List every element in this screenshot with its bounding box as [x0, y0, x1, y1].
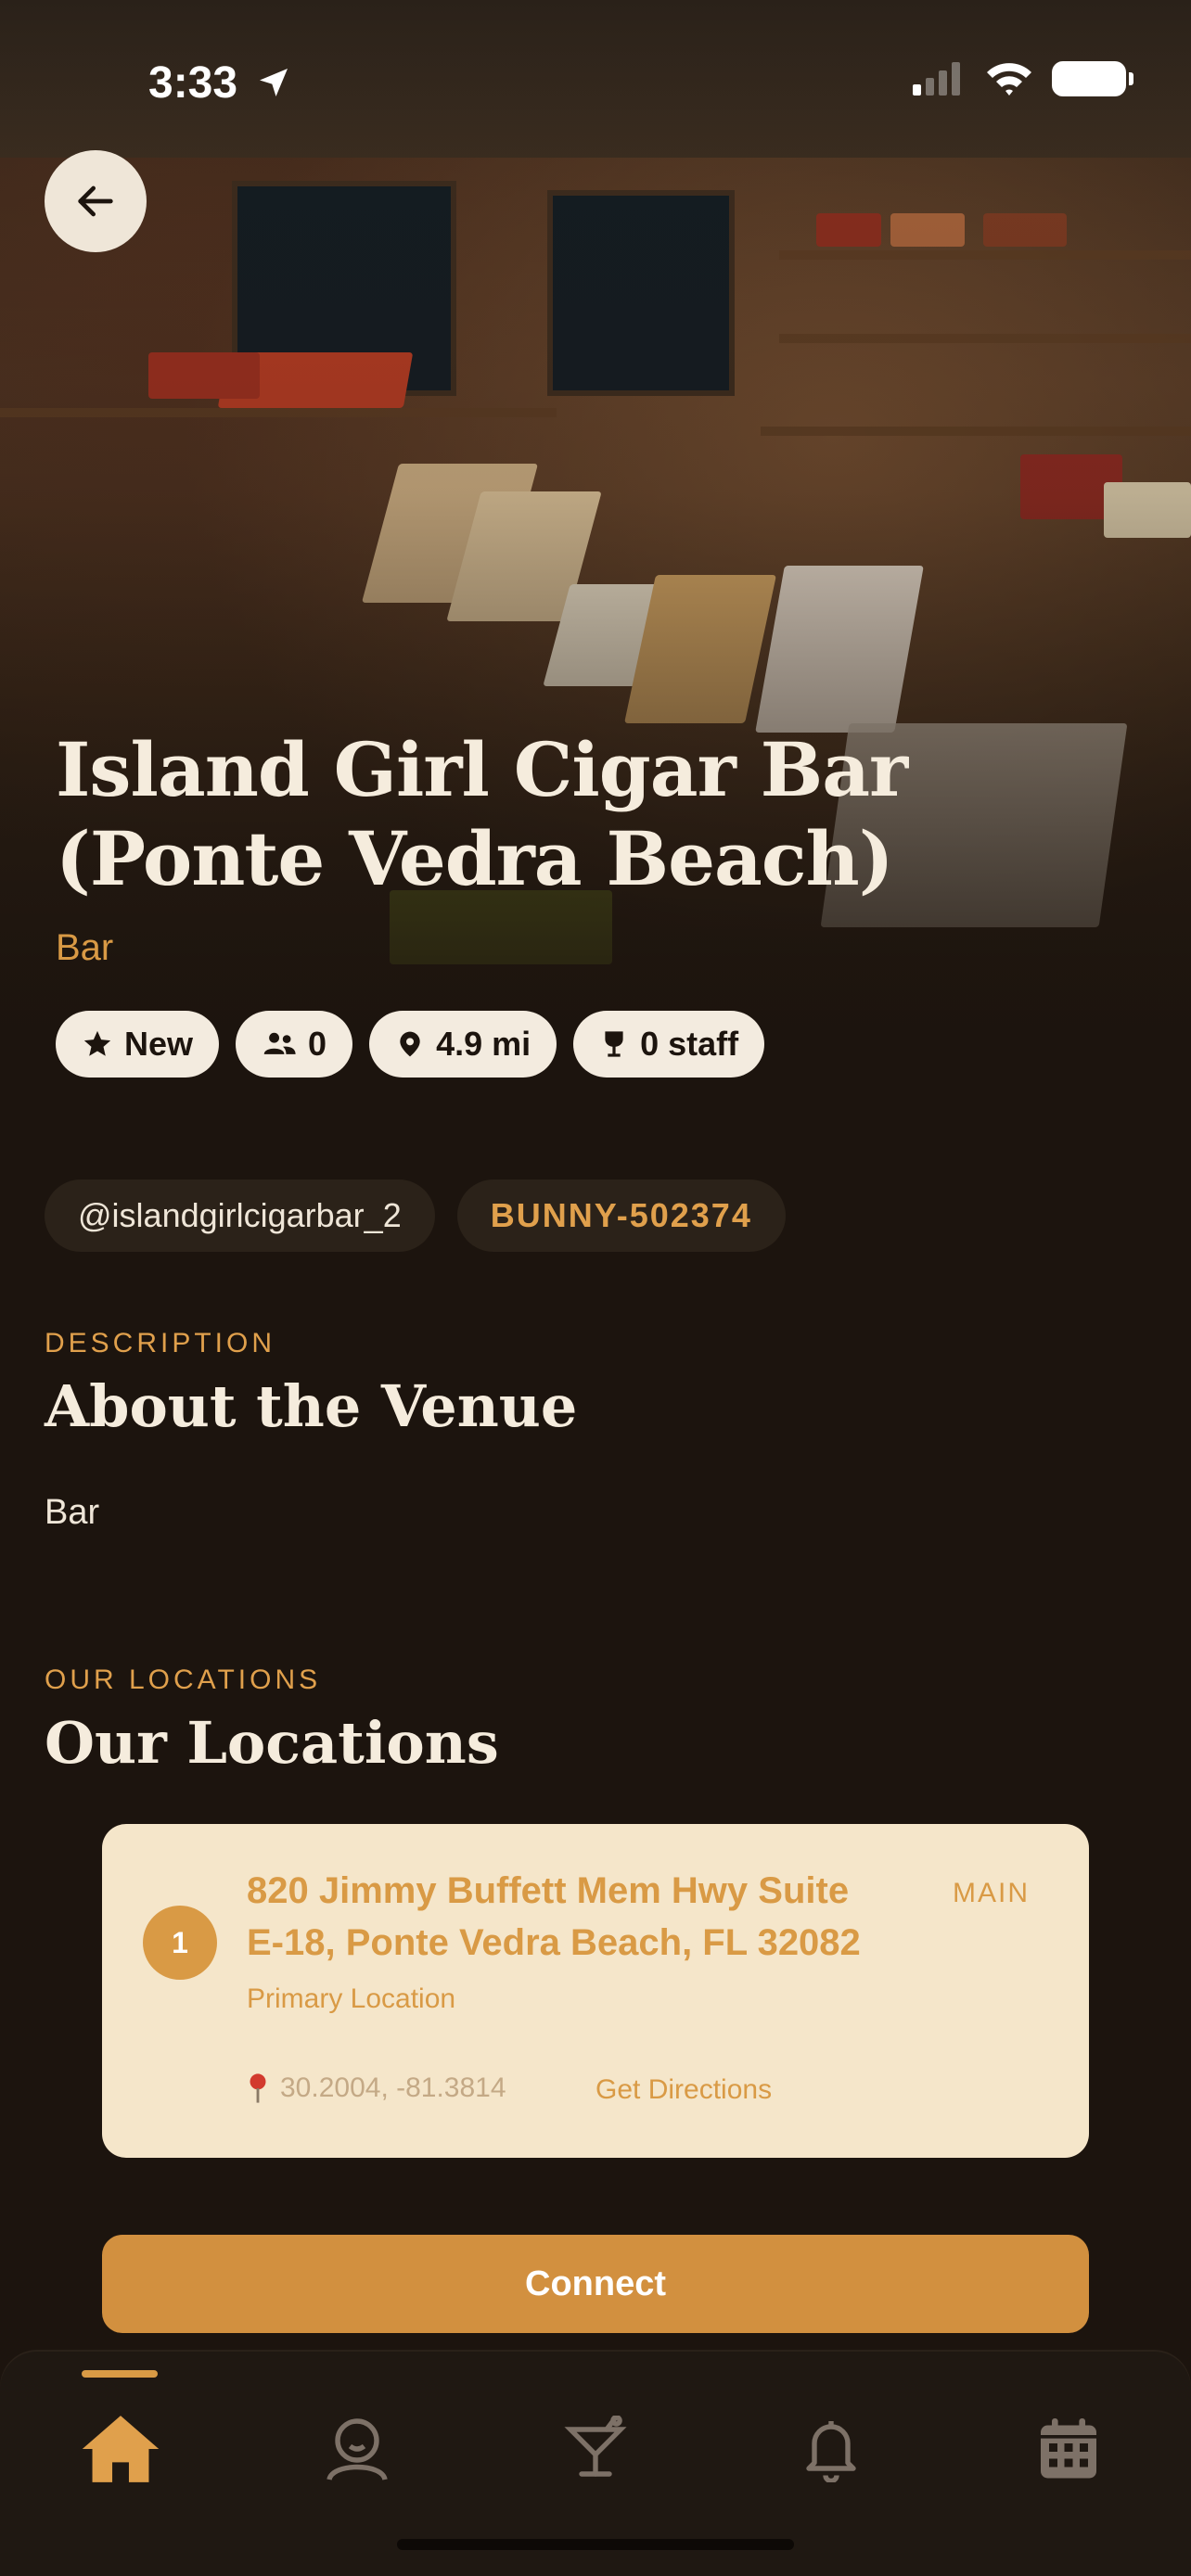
wifi-icon [987, 63, 1031, 96]
profile-icon [327, 2418, 388, 2481]
location-coordinates: 30.2004, -81.3814 [247, 2072, 506, 2104]
location-main-tag: MAIN [953, 1878, 1030, 1908]
description-text: Bar [45, 1493, 100, 1532]
status-time: 3:33 [148, 57, 292, 108]
battery-icon [1052, 61, 1133, 96]
distance-chip-label: 4.9 mi [436, 1025, 531, 1063]
about-title: About the Venue [45, 1372, 578, 1440]
venue-handle[interactable]: @islandgirlcigarbar_2 [45, 1180, 435, 1252]
location-card[interactable]: 1 820 Jimmy Buffett Mem Hwy Suite E-18, … [102, 1824, 1089, 2158]
staff-chip-label: 0 staff [640, 1025, 739, 1063]
location-subtitle: Primary Location [247, 1983, 456, 2014]
map-pin-icon [400, 1031, 420, 1057]
venue-title: Island Girl Cigar Bar (Ponte Vedra Beach… [56, 726, 908, 902]
location-number: 1 [143, 1906, 217, 1980]
staff-chip: 0 staff [573, 1011, 765, 1078]
hero-gradient [0, 0, 1191, 1094]
home-icon [82, 2416, 160, 2482]
status-icons [911, 61, 1133, 96]
locations-eyebrow: OUR LOCATIONS [45, 1664, 322, 1695]
tab-home[interactable] [70, 2398, 172, 2500]
connect-button[interactable]: Connect [102, 2235, 1089, 2333]
hero-image [0, 0, 1191, 1094]
goblet-icon [605, 1031, 623, 1057]
calendar-icon [1041, 2418, 1096, 2479]
arrow-left-icon [78, 185, 113, 217]
signal-icon [913, 62, 960, 96]
active-tab-indicator [82, 2370, 158, 2378]
locations-title: Our Locations [45, 1709, 499, 1777]
tab-notifications[interactable] [780, 2398, 882, 2500]
venue-stats: New 0 4.9 mi 0 staff [56, 1011, 765, 1078]
cocktail-icon [564, 2416, 627, 2477]
venue-code[interactable]: BUNNY-502374 [456, 1180, 786, 1252]
venue-type: Bar [56, 927, 114, 968]
location-coordinates-text: 30.2004, -81.3814 [280, 2072, 506, 2103]
location-arrow-icon [260, 69, 288, 96]
back-button[interactable] [45, 150, 147, 252]
bell-icon [806, 2421, 856, 2482]
new-chip-label: New [124, 1025, 194, 1063]
distance-chip: 4.9 mi [369, 1011, 557, 1078]
description-eyebrow: DESCRIPTION [45, 1328, 276, 1358]
venue-identifiers: @islandgirlcigarbar_2 BUNNY-502374 [45, 1180, 786, 1252]
members-chip: 0 [236, 1011, 353, 1078]
new-chip: New [56, 1011, 220, 1078]
home-indicator [397, 2539, 794, 2550]
status-time-text: 3:33 [148, 58, 238, 108]
tab-calendar[interactable] [1018, 2398, 1120, 2500]
members-chip-label: 0 [308, 1025, 327, 1063]
people-icon [263, 1032, 296, 1054]
pushpin-icon [250, 2073, 266, 2103]
location-address: 820 Jimmy Buffett Mem Hwy Suite E-18, Po… [247, 1870, 861, 1963]
star-icon [83, 1030, 111, 1056]
get-directions-link[interactable]: Get Directions [596, 2074, 772, 2106]
tab-bars[interactable] [544, 2398, 647, 2500]
tab-profile[interactable] [306, 2398, 408, 2500]
